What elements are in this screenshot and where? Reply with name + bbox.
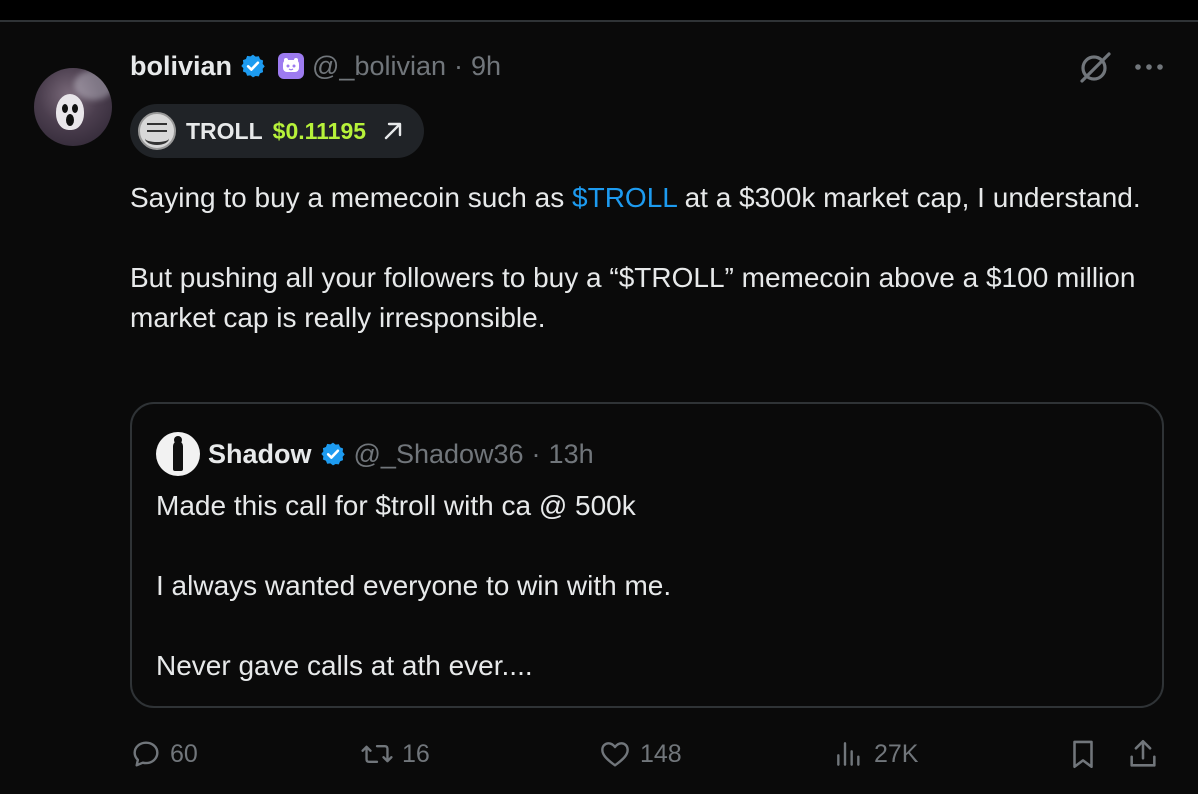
reply-button[interactable]: 60 xyxy=(130,734,198,774)
header-separator: · xyxy=(454,50,464,81)
views-count: 27K xyxy=(874,739,919,768)
arrow-up-right-icon xyxy=(384,122,402,140)
troll-coin-icon xyxy=(138,112,176,150)
repost-button[interactable]: 16 xyxy=(360,734,430,774)
quote-body: Made this call for $troll with ca @ 500k… xyxy=(156,486,1136,686)
like-count: 148 xyxy=(640,739,682,768)
avatar-smoke xyxy=(74,70,112,100)
post-top-right-controls xyxy=(1076,50,1164,84)
verified-badge-icon xyxy=(320,442,345,466)
bot-badge-icon[interactable] xyxy=(278,53,305,79)
reply-icon xyxy=(133,741,159,767)
bookmark-icon xyxy=(1073,740,1093,769)
action-bar: 60 16 148 27K xyxy=(130,734,1164,774)
share-icon xyxy=(1130,739,1156,767)
analytics-icon xyxy=(837,742,860,766)
author-display-name[interactable]: bolivian xyxy=(130,51,232,82)
avatar-mouth xyxy=(66,114,74,126)
grok-icon[interactable] xyxy=(1076,50,1114,84)
post-body: Saying to buy a memecoin such as $TROLL … xyxy=(130,178,1160,338)
quoted-post[interactable]: Shadow @_Shadow36 · 13h Made this call f… xyxy=(130,402,1164,708)
bookmark-button[interactable] xyxy=(1066,734,1100,774)
quote-line: Never gave calls at ath ever.... xyxy=(156,650,533,681)
repost-icon xyxy=(361,744,393,764)
avatar-figure-body xyxy=(173,441,183,471)
quote-author-handle[interactable]: @_Shadow36 xyxy=(354,439,524,470)
quote-header-separator: · xyxy=(531,438,541,469)
more-options-icon[interactable] xyxy=(1134,62,1164,72)
ticker-symbol: TROLL xyxy=(186,117,263,144)
post-header: bolivian @_bolivian · 9h xyxy=(130,48,501,84)
like-button[interactable]: 148 xyxy=(598,734,682,774)
quote-line: I always wanted everyone to win with me. xyxy=(156,570,672,601)
author-handle[interactable]: @_bolivian xyxy=(312,51,446,82)
share-button[interactable] xyxy=(1126,734,1160,774)
author-avatar[interactable] xyxy=(34,68,112,146)
views-button[interactable]: 27K xyxy=(832,734,918,774)
post-paragraph-1: Saying to buy a memecoin such as $TROLL … xyxy=(130,178,1160,218)
cashtag-link[interactable]: $TROLL xyxy=(572,182,677,213)
post-paragraph-2: But pushing all your followers to buy a … xyxy=(130,262,1136,333)
post-text-segment: Saying to buy a memecoin such as xyxy=(130,182,573,213)
post-time[interactable]: 9h xyxy=(471,51,501,82)
quote-author-display-name[interactable]: Shadow xyxy=(208,439,312,470)
reply-count: 60 xyxy=(170,739,198,768)
repost-count: 16 xyxy=(402,739,430,768)
quote-time[interactable]: 13h xyxy=(549,439,594,470)
quote-author-avatar[interactable] xyxy=(156,432,200,476)
ticker-price: $0.11195 xyxy=(272,117,367,144)
verified-badge-icon xyxy=(241,54,265,78)
heart-icon xyxy=(601,742,629,767)
post-text-segment: at a $300k market cap, I understand. xyxy=(676,182,1141,213)
quote-line: Made this call for $troll with ca @ 500k xyxy=(156,490,636,521)
quote-header: Shadow @_Shadow36 · 13h xyxy=(156,432,594,476)
ticker-pill[interactable]: TROLL $0.11195 xyxy=(130,104,424,158)
